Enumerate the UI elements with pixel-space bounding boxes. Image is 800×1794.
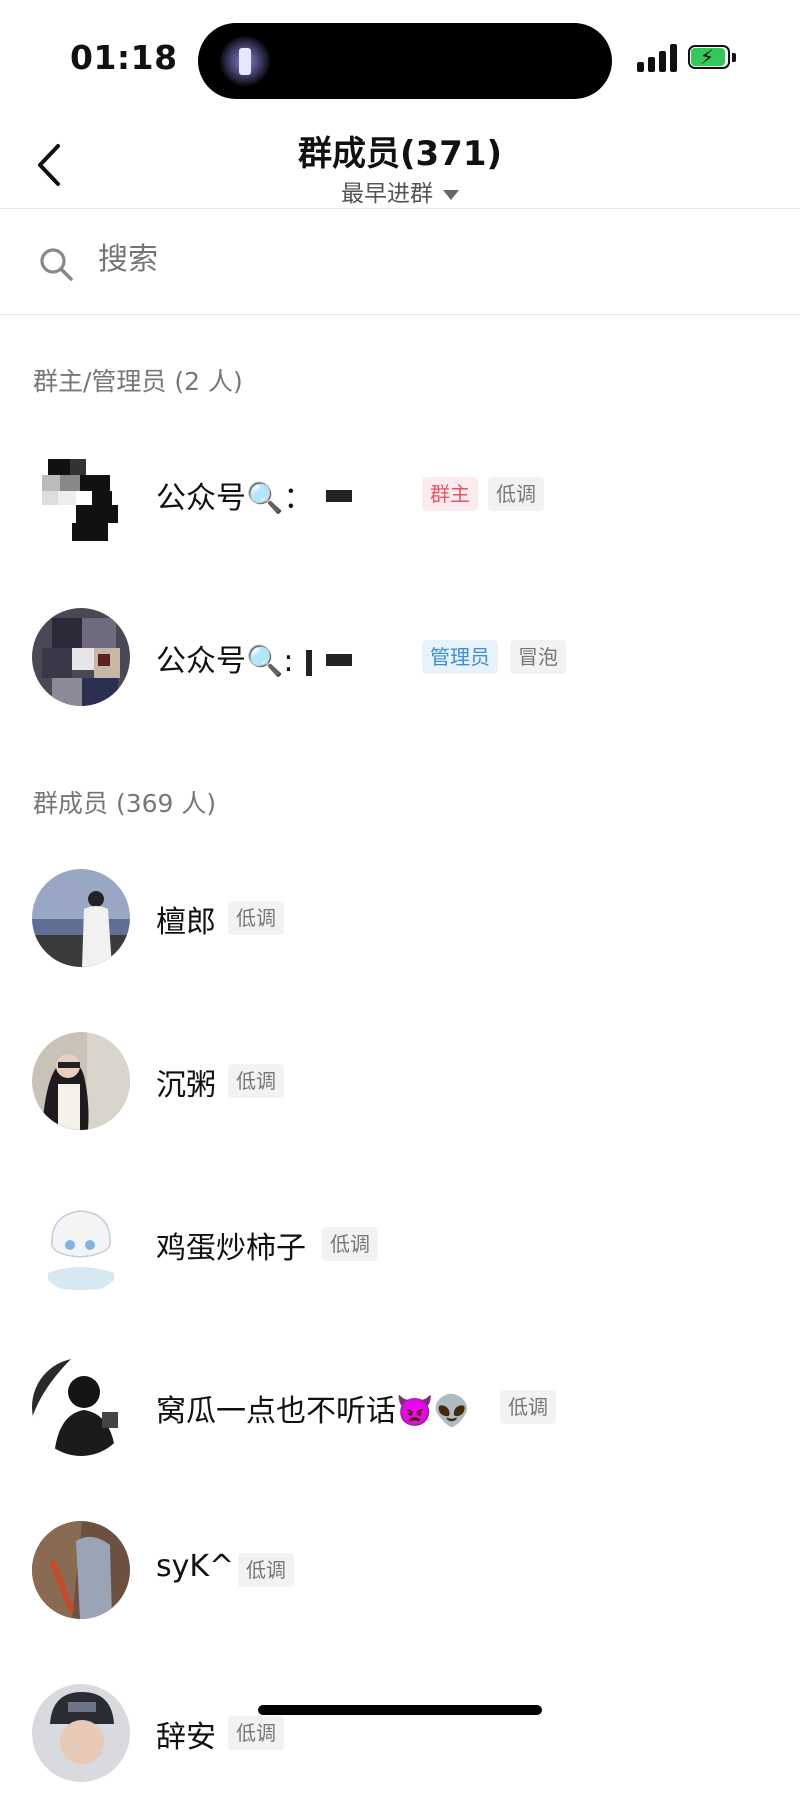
avatar: [32, 1358, 130, 1456]
sort-label: 最早进群: [341, 181, 433, 207]
avatar: [32, 445, 130, 543]
member-row[interactable]: 沉粥 低调: [0, 1022, 800, 1142]
status-tag: 低调: [228, 1716, 284, 1750]
member-name: 公众号🔍:: [156, 644, 294, 679]
admin-tag: 管理员: [422, 640, 498, 674]
avatar: [32, 1684, 130, 1782]
avatar: [32, 608, 130, 706]
avatar: [32, 869, 130, 967]
status-tag: 低调: [488, 477, 544, 511]
redaction-mark: [306, 650, 312, 676]
member-name: 沉粥: [156, 1068, 216, 1103]
member-row[interactable]: syK^ 低调: [0, 1511, 800, 1631]
home-indicator: [258, 1705, 542, 1715]
member-name: 辞安: [156, 1720, 216, 1755]
redaction-mark: [326, 490, 352, 502]
member-name: 檀郎: [156, 905, 216, 940]
redaction-mark: [326, 654, 352, 666]
admin-row-owner[interactable]: 公众号🔍： 群主 低调: [0, 435, 800, 555]
status-time: 01:18: [70, 38, 178, 77]
avatar: [32, 1195, 130, 1293]
admin-row-admin[interactable]: 公众号🔍: 管理员 冒泡: [0, 598, 800, 718]
avatar: [32, 1032, 130, 1130]
header-divider: [0, 208, 800, 209]
caret-down-icon: [443, 189, 459, 200]
sort-dropdown[interactable]: 最早进群: [0, 174, 800, 208]
search-bar[interactable]: [0, 210, 800, 314]
member-row[interactable]: 窝瓜一点也不听话👿👽 低调: [0, 1348, 800, 1468]
status-tag: 低调: [322, 1227, 378, 1261]
member-row[interactable]: 辞安 低调: [0, 1674, 800, 1794]
search-divider: [0, 314, 800, 315]
admins-section-label: 群主/管理员 (2 人): [33, 367, 243, 396]
status-tag: 低调: [228, 901, 284, 935]
page-title: 群成员(371): [297, 134, 503, 174]
member-row[interactable]: 鸡蛋炒柿子 低调: [0, 1185, 800, 1305]
member-name: 窝瓜一点也不听话👿👽: [156, 1394, 471, 1429]
status-tag: 冒泡: [510, 640, 566, 674]
status-tag: 低调: [500, 1390, 556, 1424]
member-name: 鸡蛋炒柿子: [156, 1231, 306, 1266]
battery-charging-icon: ⚡: [688, 45, 738, 71]
avatar: [32, 1521, 130, 1619]
cellular-signal-icon: [637, 44, 679, 72]
members-section-label: 群成员 (369 人): [33, 789, 217, 818]
search-input[interactable]: [98, 242, 698, 277]
status-tag: 低调: [238, 1553, 294, 1587]
search-icon: [40, 248, 73, 281]
owner-tag: 群主: [422, 477, 478, 511]
flashlight-icon: [220, 36, 270, 86]
status-bar: 01:18 ⚡: [0, 0, 800, 110]
member-name: syK^: [156, 1549, 235, 1584]
dynamic-island: [198, 23, 612, 99]
member-name: 公众号🔍：: [156, 481, 314, 516]
member-row[interactable]: 檀郎 低调: [0, 859, 800, 979]
status-tag: 低调: [228, 1064, 284, 1098]
